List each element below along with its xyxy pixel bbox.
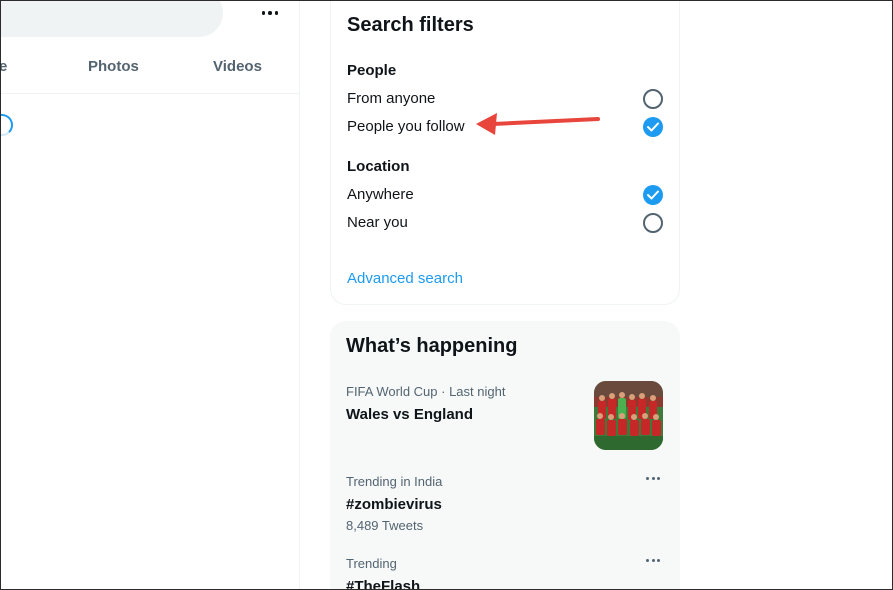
search-results-column: e Photos Videos: [1, 1, 300, 589]
advanced-search-link[interactable]: Advanced search: [347, 270, 463, 287]
search-tabs: e Photos Videos: [1, 41, 299, 94]
annotation-arrow-icon: [476, 113, 600, 135]
search-filters-card: Search filters People From anyone People…: [330, 1, 680, 305]
checkmark-icon: [647, 190, 659, 200]
trend-meta: Trending: [346, 556, 397, 571]
search-input[interactable]: [1, 1, 223, 37]
location-heading: Location: [347, 158, 410, 175]
people-you-follow-label: People you follow: [347, 118, 465, 135]
anywhere-label: Anywhere: [347, 186, 414, 203]
more-options-icon[interactable]: [258, 3, 282, 23]
tab-partial[interactable]: e: [1, 58, 7, 75]
trend-name: #zombievirus: [346, 496, 442, 513]
near-you-label: Near you: [347, 214, 408, 231]
tab-photos[interactable]: Photos: [88, 58, 139, 75]
checkmark-icon: [647, 122, 659, 132]
trend-meta: Trending in India: [346, 474, 443, 489]
search-filters-title: Search filters: [347, 14, 474, 36]
more-options-icon[interactable]: [642, 552, 664, 568]
anywhere-option[interactable]: Anywhere: [331, 181, 679, 209]
people-heading: People: [347, 62, 397, 79]
whats-happening-card: What’s happening FIFA World Cup · Last n…: [330, 321, 680, 590]
whats-happening-title: What’s happening: [346, 335, 518, 357]
screenshot-frame: e Photos Videos Search filters People Fr…: [0, 0, 893, 590]
people-you-follow-radio[interactable]: [643, 117, 663, 137]
team-photo-image: [594, 381, 663, 450]
loading-spinner-icon: [1, 114, 13, 136]
trend-item[interactable]: Trending #TheFlash: [330, 556, 680, 590]
trend-item[interactable]: FIFA World Cup · Last night Wales vs Eng…: [330, 381, 680, 454]
trend-meta: FIFA World Cup · Last night: [346, 384, 506, 399]
near-you-option[interactable]: Near you: [331, 209, 679, 237]
trend-name: #TheFlash: [346, 578, 421, 590]
trend-item[interactable]: Trending in India #zombievirus 8,489 Twe…: [330, 474, 680, 540]
tab-videos[interactable]: Videos: [213, 58, 262, 75]
from-anyone-radio[interactable]: [643, 89, 663, 109]
more-options-icon[interactable]: [642, 470, 664, 486]
trend-tweet-count: 8,489 Tweets: [346, 518, 424, 533]
trend-thumbnail-image[interactable]: [594, 381, 663, 450]
anywhere-radio[interactable]: [643, 185, 663, 205]
near-you-radio[interactable]: [643, 213, 663, 233]
from-anyone-label: From anyone: [347, 90, 436, 107]
trend-name: Wales vs England: [346, 406, 473, 423]
